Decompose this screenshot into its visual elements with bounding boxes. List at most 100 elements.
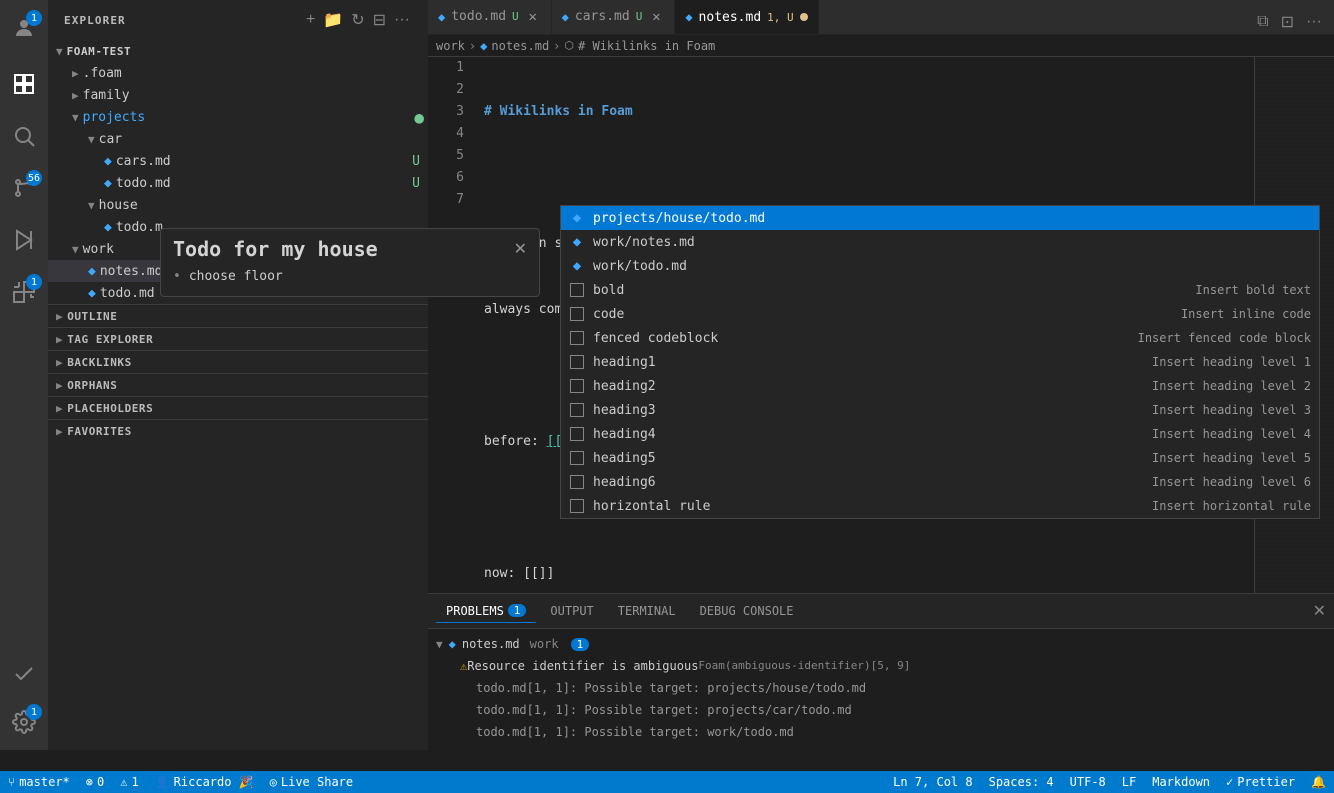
ac-item-6-detail: Insert heading level 1 xyxy=(1152,355,1311,369)
autocomplete-item-6[interactable]: heading1 Insert heading level 1 xyxy=(561,350,1319,374)
problems-detail-row-2[interactable]: todo.md[1, 1]: Possible target: projects… xyxy=(436,699,1326,721)
orphans-header[interactable]: ▶ ORPHANS xyxy=(48,374,428,396)
placeholders-header[interactable]: ▶ PLACEHOLDERS xyxy=(48,397,428,419)
problems-tab-problems[interactable]: PROBLEMS 1 xyxy=(436,600,536,623)
line-num-7: 7 xyxy=(428,189,464,211)
tab-cars-md-close[interactable]: ✕ xyxy=(648,9,664,25)
breadcrumb-heading[interactable]: # Wikilinks in Foam xyxy=(578,39,715,53)
autocomplete-item-4[interactable]: code Insert inline code xyxy=(561,302,1319,326)
status-notifications[interactable]: 🔔 xyxy=(1303,771,1334,793)
tab-notes-md-icon: ◆ xyxy=(685,10,692,24)
search-activity-icon[interactable] xyxy=(0,112,48,160)
branch-icon: ⑂ xyxy=(8,775,15,789)
settings-activity-icon[interactable]: 1 xyxy=(0,698,48,746)
status-spaces[interactable]: Spaces: 4 xyxy=(981,771,1062,793)
tag-explorer-header[interactable]: ▶ TAG EXPLORER xyxy=(48,328,428,350)
autocomplete-item-2[interactable]: ◆ work/todo.md xyxy=(561,254,1319,278)
autocomplete-item-3[interactable]: bold Insert bold text xyxy=(561,278,1319,302)
ac-item-8-label: heading3 xyxy=(593,403,1144,418)
projects-chevron: ▼ xyxy=(72,111,79,124)
layout-button[interactable]: ⊡ xyxy=(1277,10,1298,34)
line-num-3: 3 xyxy=(428,101,464,123)
sidebar-item-car[interactable]: ▼ car xyxy=(48,128,428,150)
new-folder-button[interactable]: 📁 xyxy=(321,8,345,32)
status-live-share[interactable]: ◎ Live Share xyxy=(262,771,361,793)
collapse-all-button[interactable]: ⊟ xyxy=(371,8,388,32)
status-branch[interactable]: ⑂ master* xyxy=(0,771,78,793)
ac-item-12-label: horizontal rule xyxy=(593,499,1144,514)
house-chevron: ▼ xyxy=(88,199,95,212)
backlinks-header[interactable]: ▶ BACKLINKS xyxy=(48,351,428,373)
ac-item-6-icon xyxy=(569,354,585,370)
problems-tab-debug[interactable]: DEBUG CONSOLE xyxy=(690,600,804,623)
sidebar-item-house[interactable]: ▼ house xyxy=(48,194,428,216)
more-tabs-button[interactable]: ··· xyxy=(1302,11,1326,33)
problems-badge: 1 xyxy=(508,604,527,617)
breadcrumb-notes-md[interactable]: notes.md xyxy=(491,39,549,53)
hover-popup-close-button[interactable]: ✕ xyxy=(514,239,527,259)
sidebar-item-projects[interactable]: ▼ projects ● xyxy=(48,106,428,128)
line-num-4: 4 xyxy=(428,123,464,145)
autocomplete-item-11[interactable]: heading6 Insert heading level 6 xyxy=(561,470,1319,494)
status-cursor-pos[interactable]: Ln 7, Col 8 xyxy=(885,771,980,793)
tab-notes-md[interactable]: ◆ notes.md 1, U xyxy=(675,0,818,34)
autocomplete-item-10[interactable]: heading5 Insert heading level 5 xyxy=(561,446,1319,470)
backlinks-chevron: ▶ xyxy=(56,356,63,369)
status-warnings[interactable]: ⚠ 1 xyxy=(112,771,146,793)
cars-md-icon: ◆ xyxy=(104,154,112,169)
tab-todo-md-close[interactable]: ✕ xyxy=(525,9,541,25)
source-control-activity-icon[interactable]: 56 xyxy=(0,164,48,212)
autocomplete-item-12[interactable]: horizontal rule Insert horizontal rule xyxy=(561,494,1319,518)
settings-badge: 1 xyxy=(26,704,42,720)
new-file-button[interactable]: + xyxy=(304,8,317,32)
foam-icon-0: ◆ xyxy=(573,210,581,226)
problems-tab-output[interactable]: OUTPUT xyxy=(540,600,603,623)
status-prettier[interactable]: ✓ Prettier xyxy=(1218,771,1303,793)
outline-header[interactable]: ▶ OUTLINE xyxy=(48,305,428,327)
prettier-icon: ✓ xyxy=(1226,775,1233,789)
workspace-root[interactable]: ▼ FOAM-TEST xyxy=(48,40,428,62)
problems-tab-terminal[interactable]: TERMINAL xyxy=(608,600,686,623)
tab-cars-md[interactable]: ◆ cars.md U ✕ xyxy=(552,0,676,34)
split-editor-button[interactable]: ⧉ xyxy=(1253,11,1272,33)
refresh-button[interactable]: ↻ xyxy=(349,8,366,32)
autocomplete-item-9[interactable]: heading4 Insert heading level 4 xyxy=(561,422,1319,446)
status-eol[interactable]: LF xyxy=(1114,771,1144,793)
autocomplete-item-7[interactable]: heading2 Insert heading level 2 xyxy=(561,374,1319,398)
autocomplete-item-0[interactable]: ◆ projects/house/todo.md xyxy=(561,206,1319,230)
problems-warning-row[interactable]: ⚠ Resource identifier is ambiguous Foam(… xyxy=(436,655,1326,677)
placeholders-label: PLACEHOLDERS xyxy=(67,402,153,415)
favorites-header[interactable]: ▶ FAVORITES xyxy=(48,420,428,442)
extensions-badge: 1 xyxy=(26,274,42,290)
avatar-icon[interactable]: 1 xyxy=(0,4,48,52)
status-language[interactable]: Markdown xyxy=(1144,771,1218,793)
breadcrumb-work[interactable]: work xyxy=(436,39,465,53)
sidebar-item-todo-car[interactable]: ◆ todo.md U xyxy=(48,172,428,194)
status-user[interactable]: 👤 Riccardo 🎉 xyxy=(147,771,262,793)
testing-activity-icon[interactable] xyxy=(0,650,48,698)
sidebar-item-cars-md[interactable]: ◆ cars.md U xyxy=(48,150,428,172)
sidebar-item-foam[interactable]: ▶ .foam xyxy=(48,62,428,84)
tab-todo-md[interactable]: ◆ todo.md U ✕ xyxy=(428,0,552,34)
breadcrumb-sep-2: › xyxy=(553,39,560,53)
autocomplete-item-8[interactable]: heading3 Insert heading level 3 xyxy=(561,398,1319,422)
problems-detail-row-3[interactable]: todo.md[1, 1]: Possible target: work/tod… xyxy=(436,721,1326,743)
autocomplete-item-5[interactable]: fenced codeblock Insert fenced code bloc… xyxy=(561,326,1319,350)
explorer-activity-icon[interactable] xyxy=(0,60,48,108)
sidebar-item-family[interactable]: ▶ family xyxy=(48,84,428,106)
snippet-icon-9 xyxy=(570,427,584,441)
ac-item-0-label: projects/house/todo.md xyxy=(593,211,1311,226)
status-errors[interactable]: ⊗ 0 xyxy=(78,771,112,793)
problems-close-button[interactable]: ✕ xyxy=(1313,601,1326,621)
projects-badge: ● xyxy=(414,108,424,127)
problems-file-notes[interactable]: ▼ ◆ notes.md work 1 xyxy=(436,633,1326,655)
foam-icon-2: ◆ xyxy=(573,258,581,274)
status-encoding[interactable]: UTF-8 xyxy=(1062,771,1114,793)
problems-detail-row-1[interactable]: todo.md[1, 1]: Possible target: projects… xyxy=(436,677,1326,699)
more-actions-button[interactable]: ··· xyxy=(392,8,412,32)
run-activity-icon[interactable] xyxy=(0,216,48,264)
autocomplete-item-1[interactable]: ◆ work/notes.md xyxy=(561,230,1319,254)
extensions-activity-icon[interactable]: 1 xyxy=(0,268,48,316)
ac-item-10-label: heading5 xyxy=(593,451,1144,466)
favorites-chevron: ▶ xyxy=(56,425,63,438)
